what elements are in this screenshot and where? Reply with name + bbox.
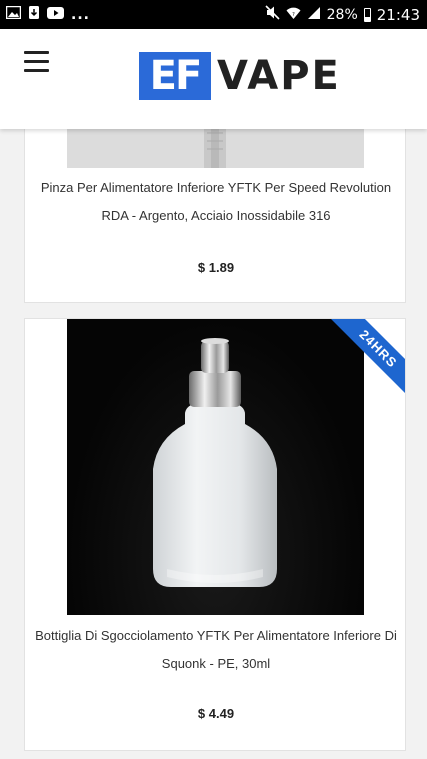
youtube-notification-icon	[47, 6, 64, 23]
product-image[interactable]	[67, 319, 364, 615]
logo-mark: EF	[139, 52, 211, 100]
svg-text:?: ?	[292, 12, 295, 18]
product-title[interactable]: Bottiglia Di Sgocciolamento YFTK Per Ali…	[25, 622, 407, 678]
logo-text: VAPE	[217, 53, 341, 99]
product-price: $ 4.49	[197, 706, 235, 721]
mute-icon	[265, 5, 280, 24]
menu-icon[interactable]	[24, 51, 49, 73]
battery-icon	[363, 7, 371, 22]
badge-24hrs: 24HRS	[329, 319, 405, 395]
download-notification-icon	[28, 5, 40, 24]
product-title[interactable]: Pinza Per Alimentatore Inferiore YFTK Pe…	[25, 174, 407, 230]
status-bar: ... ? 28% 21:43	[0, 0, 427, 29]
product-card[interactable]: Pinza Per Alimentatore Inferiore YFTK Pe…	[24, 100, 406, 303]
badge-label: 24HRS	[330, 319, 405, 395]
more-notifications: ...	[71, 6, 90, 23]
product-price: $ 1.89	[197, 260, 235, 275]
site-logo[interactable]: EF VAPE	[139, 51, 341, 101]
site-header: EF VAPE	[0, 29, 427, 129]
clock: 21:43	[376, 5, 420, 24]
product-card[interactable]: 24HRS Bottiglia Di Sgocciolamento YFTK P…	[24, 318, 406, 751]
gallery-notification-icon	[5, 5, 22, 23]
wifi-icon: ?	[286, 6, 301, 24]
battery-percent: 28%	[326, 6, 358, 23]
signal-icon	[307, 6, 321, 24]
